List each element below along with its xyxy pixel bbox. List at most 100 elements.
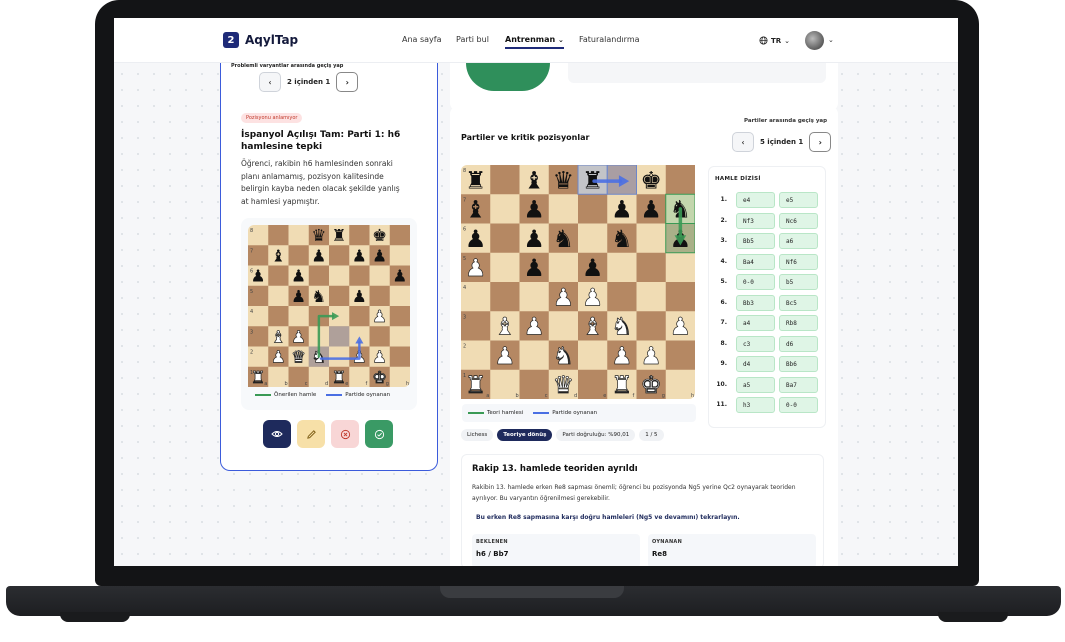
board-square[interactable] xyxy=(490,223,520,253)
white-piece[interactable]: ♟ xyxy=(465,254,487,283)
black-piece[interactable]: ♛ xyxy=(311,226,326,245)
black-piece[interactable]: ♟ xyxy=(291,267,306,286)
black-piece[interactable]: ♝ xyxy=(271,246,286,265)
black-piece[interactable]: ♝ xyxy=(523,166,545,194)
black-piece[interactable]: ♟ xyxy=(523,225,545,253)
white-piece[interactable]: ♟ xyxy=(611,342,633,371)
prev-game-button[interactable]: ‹ xyxy=(732,132,754,152)
white-piece[interactable]: ♜ xyxy=(465,371,487,399)
board-square[interactable] xyxy=(288,245,309,266)
black-move[interactable]: b5 xyxy=(779,274,818,290)
white-move[interactable]: 0-0 xyxy=(736,274,775,290)
white-piece[interactable]: ♟ xyxy=(271,347,287,367)
white-piece[interactable]: ♟ xyxy=(372,307,388,327)
black-move[interactable]: Nf6 xyxy=(779,253,818,270)
nav-link-training[interactable]: Antrenman ⌄ xyxy=(505,35,564,49)
black-move[interactable]: d6 xyxy=(779,335,818,352)
white-piece[interactable]: ♞ xyxy=(552,342,575,371)
main-chess-board[interactable]: ♜♝♛♜♚♝♟♟♟♞♟♟♞♞♟♟♟♟♟♟♝♟♝♞♟♟♞♟♟♜♛♜♚8765432… xyxy=(461,165,695,399)
board-square[interactable] xyxy=(389,306,410,327)
board-square[interactable] xyxy=(349,306,370,327)
white-piece[interactable]: ♝ xyxy=(494,312,516,341)
black-piece[interactable]: ♞ xyxy=(553,225,575,253)
black-piece[interactable]: ♟ xyxy=(465,225,487,253)
white-move[interactable]: h3 xyxy=(736,397,775,413)
white-piece[interactable]: ♝ xyxy=(271,327,287,347)
board-square[interactable] xyxy=(665,165,695,195)
black-piece[interactable]: ♟ xyxy=(640,196,662,224)
black-piece[interactable]: ♝ xyxy=(465,196,487,224)
board-square[interactable] xyxy=(636,311,666,341)
white-piece[interactable]: ♜ xyxy=(611,371,633,399)
board-square[interactable] xyxy=(636,252,666,282)
white-move[interactable]: a4 xyxy=(736,315,775,331)
black-move[interactable]: a6 xyxy=(779,233,818,249)
black-piece[interactable]: ♚ xyxy=(372,226,387,245)
white-piece[interactable]: ♟ xyxy=(372,347,388,367)
black-move[interactable]: 0-0 xyxy=(779,397,818,413)
white-piece[interactable]: ♚ xyxy=(640,371,662,399)
white-piece[interactable]: ♟ xyxy=(552,283,575,312)
view-button[interactable] xyxy=(263,420,291,448)
board-square[interactable] xyxy=(490,282,520,312)
white-piece[interactable]: ♝ xyxy=(582,312,604,341)
white-piece[interactable]: ♟ xyxy=(494,342,516,371)
board-square[interactable] xyxy=(607,282,637,312)
chip-source[interactable]: Lichess xyxy=(461,429,494,441)
approve-button[interactable] xyxy=(365,420,393,448)
black-piece[interactable]: ♟ xyxy=(392,267,407,286)
board-square[interactable] xyxy=(349,265,370,286)
board-square[interactable] xyxy=(268,265,289,286)
black-piece[interactable]: ♟ xyxy=(352,246,367,265)
black-piece[interactable]: ♞ xyxy=(611,225,633,253)
small-chess-board[interactable]: ♛ ♜ ♚♝ ♟ ♟ ♟♟ ♟ ♟♟ ♞ ♟♟♝ ♟♟ ♛ ♞ ♟ ♟♜ ♜ ♚87654321a b c d e f g h xyxy=(248,225,410,387)
black-piece[interactable]: ♟ xyxy=(523,196,545,224)
black-move[interactable]: e5 xyxy=(779,192,818,208)
white-move[interactable]: Nf3 xyxy=(736,212,775,229)
next-game-button[interactable]: › xyxy=(809,132,832,152)
black-piece[interactable]: ♟ xyxy=(523,254,545,282)
edit-button[interactable] xyxy=(297,420,325,448)
chip-theory-return[interactable]: Teoriye dönüş xyxy=(497,429,553,441)
white-piece[interactable]: ♟ xyxy=(669,312,692,341)
board-square[interactable] xyxy=(308,265,329,286)
black-piece[interactable]: ♜ xyxy=(332,226,347,245)
white-move[interactable]: e4 xyxy=(736,192,775,208)
nav-link-home[interactable]: Ana sayfa xyxy=(402,35,442,44)
white-piece[interactable]: ♟ xyxy=(523,312,545,341)
white-piece[interactable]: ♛ xyxy=(291,347,307,367)
black-piece[interactable]: ♚ xyxy=(640,166,662,194)
board-square[interactable] xyxy=(268,306,289,327)
prev-variant-button[interactable]: ‹ xyxy=(259,72,281,92)
white-piece[interactable]: ♛ xyxy=(552,371,575,399)
chevron-down-icon[interactable]: ⌄ xyxy=(828,36,834,44)
black-move[interactable]: Nc6 xyxy=(779,212,818,229)
black-move[interactable]: Rb8 xyxy=(779,315,818,331)
white-piece[interactable]: ♟ xyxy=(640,342,662,371)
black-piece[interactable]: ♟ xyxy=(291,287,306,306)
white-move[interactable]: Bb3 xyxy=(736,294,775,311)
next-variant-button[interactable]: › xyxy=(336,72,359,92)
black-piece[interactable]: ♛ xyxy=(553,166,575,194)
nav-link-find-game[interactable]: Parti bul xyxy=(456,35,489,44)
board-square[interactable] xyxy=(665,282,695,312)
black-piece[interactable]: ♟ xyxy=(311,246,326,265)
brand-logo[interactable]: 2 AqylTap xyxy=(223,32,298,48)
black-piece[interactable]: ♜ xyxy=(465,166,487,194)
board-square[interactable] xyxy=(268,225,289,246)
board-square[interactable] xyxy=(369,285,390,306)
white-piece[interactable]: ♞ xyxy=(611,312,633,341)
black-piece[interactable]: ♟ xyxy=(611,196,633,224)
board-square[interactable] xyxy=(389,346,410,367)
board-square[interactable] xyxy=(665,340,695,370)
dismiss-button[interactable] xyxy=(331,420,359,448)
board-square[interactable] xyxy=(329,285,350,306)
black-move[interactable]: Bb6 xyxy=(779,356,818,372)
board-square[interactable] xyxy=(578,194,608,224)
white-piece[interactable]: ♟ xyxy=(582,283,604,312)
black-move[interactable]: Ba7 xyxy=(779,376,818,393)
white-move[interactable]: d4 xyxy=(736,356,775,372)
board-square[interactable] xyxy=(329,245,350,266)
board-square[interactable] xyxy=(349,225,370,246)
black-piece[interactable]: ♞ xyxy=(311,287,326,306)
